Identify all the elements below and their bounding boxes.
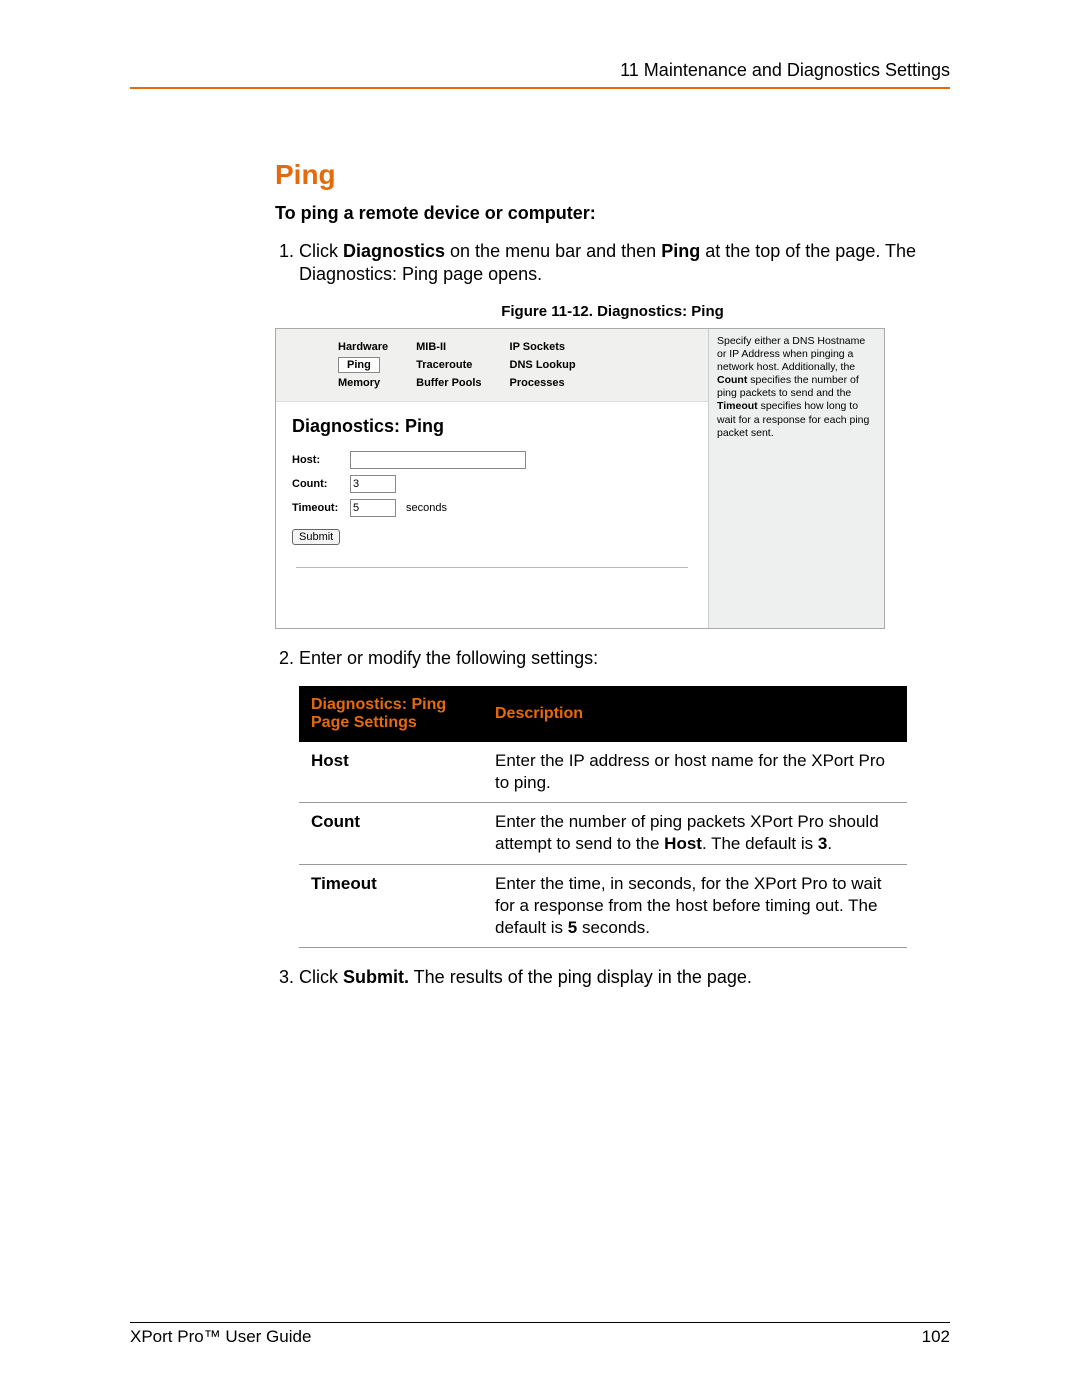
row-count-val: Enter the number of ping packets XPort P… bbox=[483, 803, 907, 864]
page-header-chapter: 11 Maintenance and Diagnostics Settings bbox=[130, 60, 950, 85]
section-subtitle: To ping a remote device or computer: bbox=[275, 203, 950, 224]
row-host-key: Host bbox=[299, 742, 483, 803]
submit-button[interactable]: Submit bbox=[292, 529, 340, 545]
count-input[interactable] bbox=[350, 475, 396, 493]
panel-title: Diagnostics: Ping bbox=[292, 416, 692, 437]
row-host-val: Enter the IP address or host name for th… bbox=[483, 742, 907, 803]
count-label: Count: bbox=[292, 478, 350, 490]
step-2: Enter or modify the following settings: bbox=[299, 647, 950, 670]
tab-ip-sockets[interactable]: IP Sockets bbox=[510, 341, 576, 353]
tab-dns-lookup[interactable]: DNS Lookup bbox=[510, 359, 576, 371]
timeout-input[interactable] bbox=[350, 499, 396, 517]
tab-hardware[interactable]: Hardware bbox=[338, 341, 388, 353]
row-timeout-val: Enter the time, in seconds, for the XPor… bbox=[483, 864, 907, 947]
timeout-unit: seconds bbox=[406, 502, 447, 514]
tab-buffer-pools[interactable]: Buffer Pools bbox=[416, 377, 481, 389]
help-panel: Specify either a DNS Hostname or IP Addr… bbox=[708, 329, 884, 628]
figure-caption: Figure 11-12. Diagnostics: Ping bbox=[275, 303, 950, 320]
tab-ping[interactable]: Ping bbox=[338, 357, 380, 373]
tab-processes[interactable]: Processes bbox=[510, 377, 576, 389]
section-title: Ping bbox=[275, 159, 950, 191]
host-input[interactable] bbox=[350, 451, 526, 469]
step-3: Click Submit. The results of the ping di… bbox=[299, 966, 950, 989]
header-divider bbox=[130, 87, 950, 89]
tab-memory[interactable]: Memory bbox=[338, 377, 388, 389]
footer-title: XPort Pro™ User Guide bbox=[130, 1327, 311, 1347]
step-1: Click Diagnostics on the menu bar and th… bbox=[299, 240, 950, 287]
tab-mib-ii[interactable]: MIB-II bbox=[416, 341, 481, 353]
table-row: Count Enter the number of ping packets X… bbox=[299, 803, 907, 864]
host-label: Host: bbox=[292, 454, 350, 466]
footer-page-number: 102 bbox=[922, 1327, 950, 1347]
row-count-key: Count bbox=[299, 803, 483, 864]
table-row: Timeout Enter the time, in seconds, for … bbox=[299, 864, 907, 947]
panel-divider bbox=[296, 567, 688, 568]
diagnostics-tabs: Hardware MIB-II IP Sockets Ping Tracerou… bbox=[276, 329, 708, 402]
tab-traceroute[interactable]: Traceroute bbox=[416, 359, 481, 371]
timeout-label: Timeout: bbox=[292, 502, 350, 514]
table-header-settings: Diagnostics: Ping Page Settings bbox=[299, 686, 483, 742]
table-row: Host Enter the IP address or host name f… bbox=[299, 742, 907, 803]
screenshot-diagnostics-ping: Hardware MIB-II IP Sockets Ping Tracerou… bbox=[275, 328, 885, 629]
row-timeout-key: Timeout bbox=[299, 864, 483, 947]
page-footer: XPort Pro™ User Guide 102 bbox=[130, 1314, 950, 1347]
settings-table: Diagnostics: Ping Page Settings Descript… bbox=[299, 686, 907, 948]
table-header-description: Description bbox=[483, 686, 907, 742]
